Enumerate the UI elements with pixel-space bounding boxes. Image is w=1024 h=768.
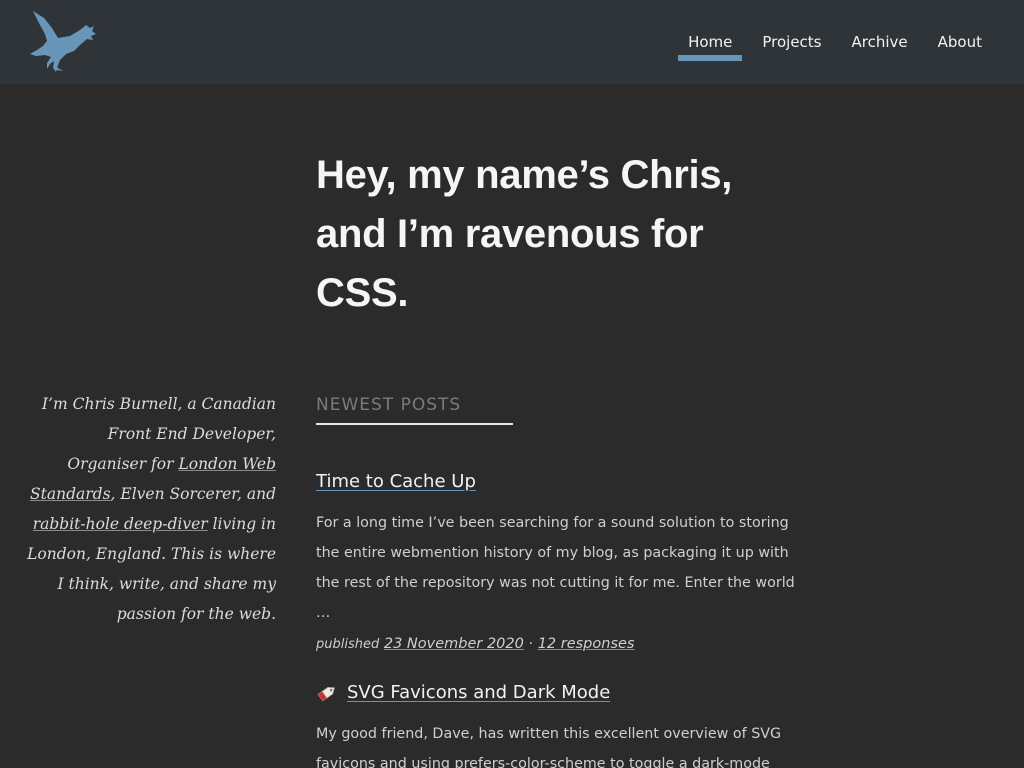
- author-bio: I’m Chris Burnell, a Canadian Front End …: [26, 389, 276, 629]
- main-nav: Home Projects Archive About: [658, 0, 982, 84]
- post-title: Time to Cache Up: [316, 470, 476, 494]
- post-title-link[interactable]: Time to Cache Up: [316, 471, 476, 492]
- raven-logo-icon[interactable]: [30, 8, 98, 74]
- post-responses-link[interactable]: 12 responses: [538, 636, 635, 652]
- post-title-row: SVG Favicons and Dark Mode: [316, 681, 796, 705]
- nav-projects-link[interactable]: Projects: [762, 0, 821, 50]
- published-label: published: [316, 637, 380, 652]
- post-title-link[interactable]: SVG Favicons and Dark Mode: [347, 682, 610, 703]
- nav-about-link[interactable]: About: [938, 0, 982, 50]
- hero-heading: Hey, my name’s Chris, and I’m ravenous f…: [316, 153, 733, 315]
- post-excerpt: For a long time I’ve been searching for …: [316, 515, 795, 621]
- site-header: Home Projects Archive About: [0, 0, 1024, 84]
- post-date-link[interactable]: 23 November 2020: [384, 636, 524, 652]
- newest-posts-heading: NEWEST POSTS: [316, 395, 513, 425]
- post-excerpt: My good friend, Dave, has written this e…: [316, 726, 782, 768]
- post-title-row: Time to Cache Up: [316, 470, 796, 494]
- meta-separator: ·: [528, 636, 534, 652]
- nav-archive-link[interactable]: Archive: [852, 0, 908, 50]
- bio-text-2: , Elven Sorcerer, and: [110, 485, 276, 503]
- post-item: SVG Favicons and Dark Mode My good frien…: [316, 681, 796, 768]
- post-item: Time to Cache Up For a long time I’ve be…: [316, 470, 796, 652]
- post-title: SVG Favicons and Dark Mode: [347, 681, 610, 705]
- bookmark-tag-icon: [316, 682, 338, 704]
- nav-home-link[interactable]: Home: [677, 0, 743, 61]
- rabbit-hole-link[interactable]: rabbit-hole deep-diver: [33, 515, 208, 533]
- post-meta: published 23 November 2020 · 12 response…: [316, 636, 796, 652]
